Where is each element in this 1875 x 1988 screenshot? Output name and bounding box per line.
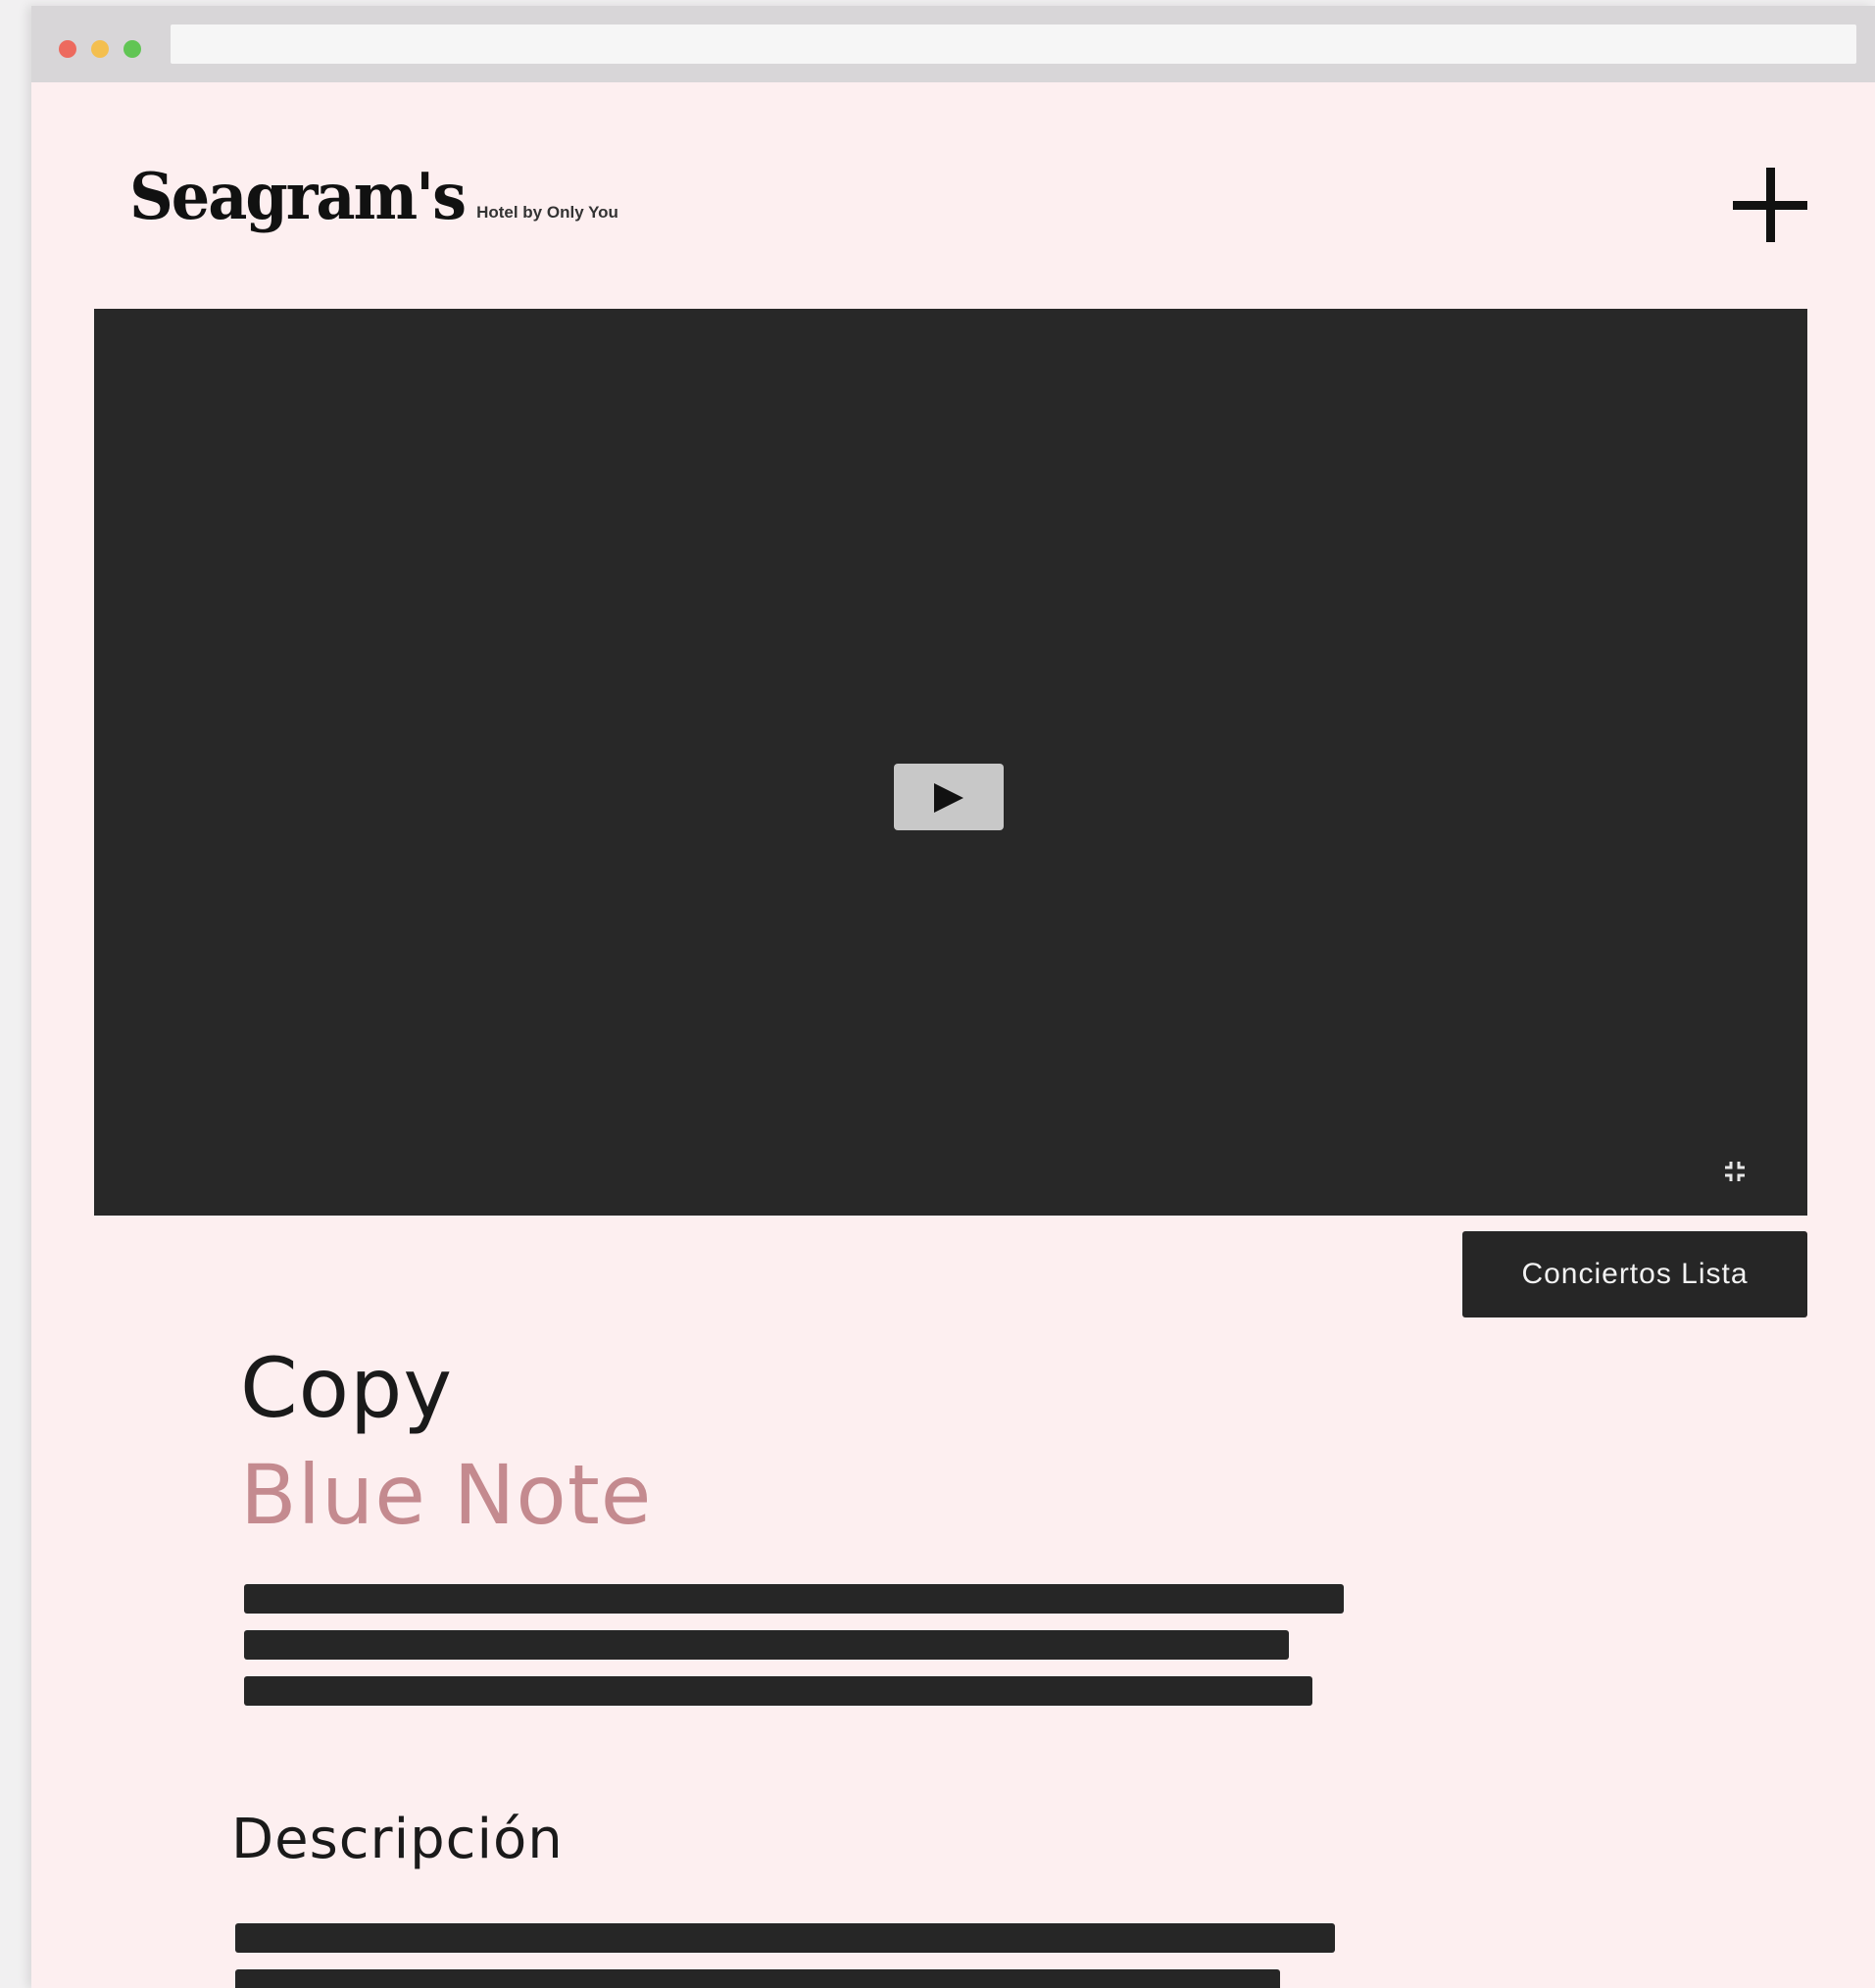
fullscreen-icon[interactable] xyxy=(1723,1160,1747,1183)
description-heading: Descripción xyxy=(231,1808,564,1871)
minimize-window-button[interactable] xyxy=(91,40,109,58)
text-placeholder-line xyxy=(244,1676,1312,1706)
play-button[interactable] xyxy=(894,764,1004,830)
text-placeholder-line xyxy=(244,1584,1344,1614)
address-bar[interactable] xyxy=(171,25,1856,64)
close-window-button[interactable] xyxy=(59,40,76,58)
logo-wordmark: Seagram's xyxy=(129,159,467,234)
text-placeholder-line xyxy=(235,1969,1280,1988)
text-placeholder-line xyxy=(235,1923,1335,1953)
browser-window: Seagram's Hotel by Only You Conciertos L… xyxy=(31,6,1875,1988)
concert-title: Blue Note xyxy=(240,1447,653,1543)
maximize-window-button[interactable] xyxy=(123,40,141,58)
copy-label: Copy xyxy=(240,1340,454,1436)
browser-titlebar xyxy=(31,6,1875,82)
play-icon xyxy=(934,783,963,813)
text-placeholder-line xyxy=(244,1630,1289,1660)
menu-plus-icon[interactable] xyxy=(1731,166,1809,244)
conciertos-lista-button[interactable]: Conciertos Lista xyxy=(1462,1231,1807,1317)
logo-tagline: Hotel by Only You xyxy=(476,203,618,222)
site-logo[interactable]: Seagram's Hotel by Only You xyxy=(129,159,618,239)
video-player[interactable] xyxy=(94,309,1807,1216)
